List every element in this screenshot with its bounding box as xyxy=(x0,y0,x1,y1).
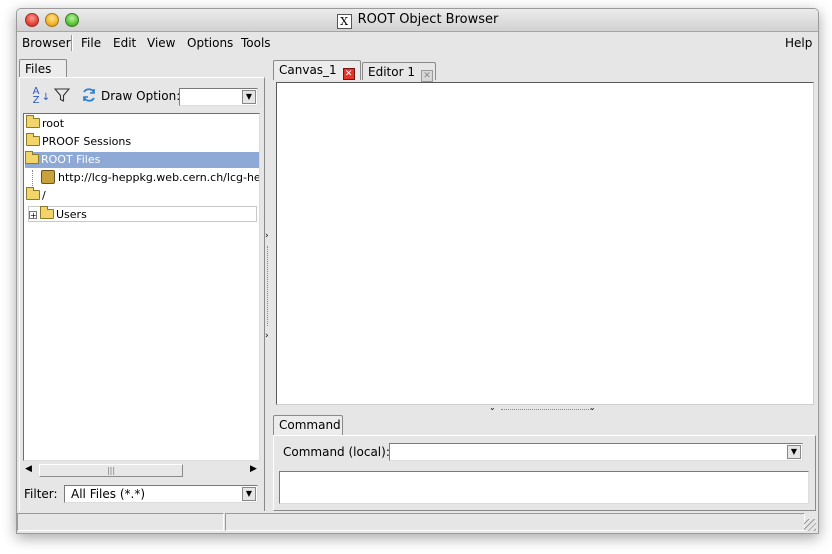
vertical-splitter[interactable]: › › xyxy=(264,61,272,509)
splitter-grip xyxy=(501,409,591,410)
tree-node-label: PROOF Sessions xyxy=(42,135,132,148)
menu-file-label: File xyxy=(81,36,102,50)
window-title: ROOT Object Browser xyxy=(357,12,499,27)
canvas-area[interactable] xyxy=(276,82,814,405)
command-local-input[interactable]: ▼ xyxy=(389,443,803,461)
splitter-arrow-icon[interactable]: › xyxy=(265,331,269,341)
menu-help-label: Help xyxy=(785,36,813,50)
chevron-down-icon[interactable]: ▼ xyxy=(242,90,256,104)
filter-funnel-icon[interactable] xyxy=(53,87,71,105)
tree-node-root[interactable]: root xyxy=(26,115,65,132)
splitter-down-icon[interactable]: ⌄ xyxy=(589,403,596,412)
tab-command[interactable]: Command xyxy=(273,415,343,435)
menu-edit-label: Edit xyxy=(113,36,137,50)
file-icon xyxy=(41,170,55,184)
menu-edit[interactable]: Edit xyxy=(113,36,136,50)
plus-icon[interactable]: + xyxy=(29,211,37,220)
menu-options-label: Options xyxy=(187,36,234,50)
folder-open-icon xyxy=(26,187,40,200)
tree-node-label: ROOT Files xyxy=(41,153,101,166)
tab-files-label: Files xyxy=(25,62,52,76)
chevron-down-icon[interactable]: ▼ xyxy=(787,445,801,459)
status-bar xyxy=(17,511,818,533)
tree-node-label: Users xyxy=(56,208,87,221)
menu-browser[interactable]: Browser xyxy=(22,36,71,50)
tab-editor-1[interactable]: Editor 1 ✕ xyxy=(362,62,436,82)
folder-icon xyxy=(26,133,40,146)
status-cell-right xyxy=(225,513,805,531)
tab-command-label: Command xyxy=(279,418,341,432)
splitter-grip xyxy=(267,246,268,326)
tree-horizontal-scrollbar[interactable]: ◀ ||| ▶ xyxy=(23,463,260,478)
main-window: X ROOT Object Browser Browser File Edit V… xyxy=(16,8,819,534)
tree-node-label: http://lcg-heppkg.web.cern.ch/lcg-heppkg… xyxy=(58,171,260,184)
file-filter-value: All Files (*.*) xyxy=(71,487,146,501)
folder-icon xyxy=(26,115,40,128)
close-tab-icon[interactable]: ✕ xyxy=(342,68,355,80)
scroll-right-icon[interactable]: ▶ xyxy=(250,464,257,474)
menu-view[interactable]: View xyxy=(147,36,175,50)
tab-editor-1-label: Editor 1 xyxy=(368,65,415,79)
filter-label: Filter: xyxy=(24,487,58,501)
tab-canvas-1[interactable]: Canvas_1 ✕ xyxy=(273,60,361,80)
folder-icon xyxy=(40,206,54,219)
command-local-label: Command (local): xyxy=(283,445,390,459)
menu-tools[interactable]: Tools xyxy=(241,36,271,50)
menu-browser-label: Browser xyxy=(22,36,71,50)
splitter-down-icon[interactable]: ⌄ xyxy=(489,403,496,412)
draw-option-label: Draw Option: xyxy=(101,89,181,103)
tree-node-http-file[interactable]: http://lcg-heppkg.web.cern.ch/lcg-heppkg… xyxy=(32,170,260,186)
window-title-wrap: X ROOT Object Browser xyxy=(17,12,818,29)
tab-files[interactable]: Files xyxy=(19,59,67,77)
resize-grip-icon[interactable] xyxy=(804,519,816,531)
menu-view-label: View xyxy=(147,36,176,50)
file-tree[interactable]: root PROOF Sessions ROOT Files http://lc… xyxy=(23,113,260,461)
tree-node-root-files[interactable]: ROOT Files xyxy=(25,151,259,168)
command-output-area[interactable] xyxy=(279,471,809,504)
splitter-arrow-icon[interactable]: › xyxy=(265,231,269,241)
menu-separator xyxy=(71,35,73,51)
tree-node-label: root xyxy=(42,117,65,130)
chevron-down-icon[interactable]: ▼ xyxy=(242,487,256,501)
menu-bar: Browser File Edit View Options Tools Hel… xyxy=(17,32,818,54)
scroll-left-icon[interactable]: ◀ xyxy=(25,464,32,474)
tree-node-proof-sessions[interactable]: PROOF Sessions xyxy=(26,133,132,150)
file-filter-select[interactable]: All Files (*.*) ▼ xyxy=(64,485,258,503)
horizontal-splitter[interactable]: ⌄ ⌄ xyxy=(276,403,814,413)
menu-options[interactable]: Options xyxy=(187,36,233,50)
tree-node-slash[interactable]: / xyxy=(26,187,46,204)
menu-tools-label: Tools xyxy=(241,36,271,50)
title-bar[interactable]: X ROOT Object Browser xyxy=(17,9,818,32)
tab-canvas-1-label: Canvas_1 xyxy=(279,63,337,77)
x11-icon: X xyxy=(336,14,352,29)
status-cell-left xyxy=(17,513,224,531)
folder-open-icon xyxy=(25,151,39,164)
tree-node-users[interactable]: + Users xyxy=(28,206,257,222)
menu-file[interactable]: File xyxy=(81,36,101,50)
menu-help[interactable]: Help xyxy=(785,36,812,50)
refresh-icon[interactable] xyxy=(80,87,98,105)
draw-option-select[interactable]: ▼ xyxy=(179,88,258,106)
scrollbar-thumb[interactable]: ||| xyxy=(39,464,183,477)
close-tab-icon[interactable]: ✕ xyxy=(420,70,433,82)
tree-node-label: / xyxy=(42,189,46,202)
